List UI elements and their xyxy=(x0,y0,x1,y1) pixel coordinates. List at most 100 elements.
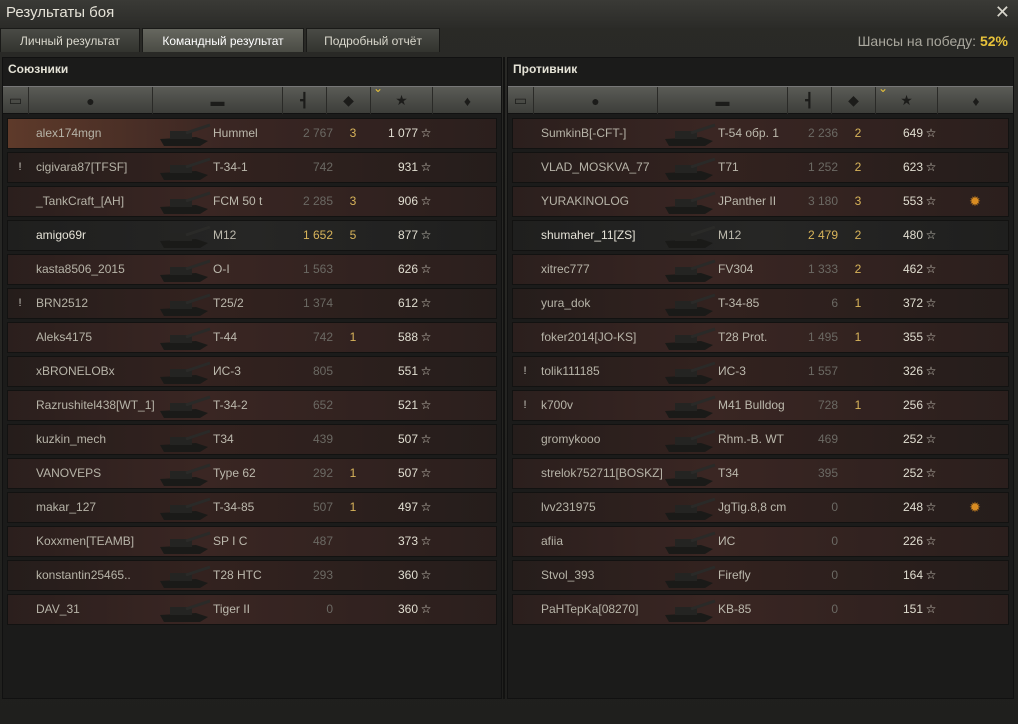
player-row[interactable]: Aleks4175 T-44 742 1 588 ☆ xyxy=(7,322,497,353)
medal-icon[interactable]: ✹ xyxy=(965,187,985,216)
close-icon[interactable]: ✕ xyxy=(995,2,1010,23)
player-row[interactable]: alex174mgn Hummel 2 767 3 1 077 ☆ xyxy=(7,118,497,149)
player-name: kasta8506_2015 xyxy=(36,262,125,276)
player-name: SumkinB[-CFT-] xyxy=(541,126,627,140)
damage-value: 395 xyxy=(817,466,838,480)
xp-value: 360 xyxy=(397,568,418,582)
xp-star-icon: ☆ xyxy=(420,262,432,276)
xp-star-icon: ☆ xyxy=(925,160,937,174)
player-name: PaHTepKa[08270] xyxy=(541,602,639,616)
player-name: BRN2512 xyxy=(36,296,89,310)
kills-value: 1 xyxy=(349,330,357,344)
medal-icon[interactable]: ✹ xyxy=(965,493,985,522)
tank-name: SP I C xyxy=(213,534,248,548)
player-name: VLAD_MOSKVA_77 xyxy=(541,160,650,174)
damage-value: 2 479 xyxy=(807,228,838,242)
player-row[interactable]: foker2014[JO-KS] T28 Prot. 1 495 1 355 ☆ xyxy=(512,322,1009,353)
tank-icon xyxy=(156,493,212,522)
column-header-tank-icon[interactable]: ▬ xyxy=(153,87,283,114)
kills-value xyxy=(338,595,368,624)
player-row[interactable]: makar_127 T-34-85 507 1 497 ☆ xyxy=(7,492,497,523)
damage-value: 728 xyxy=(817,398,838,412)
player-name: shumaher_11[ZS] xyxy=(541,228,636,242)
xp-star-icon: ☆ xyxy=(925,194,937,208)
player-row[interactable]: VANOVEPS Type 62 292 1 507 ☆ xyxy=(7,458,497,489)
player-row[interactable]: YURAKINOLOG JPanther II 3 180 3 553 ☆ ✹ xyxy=(512,186,1009,217)
player-row[interactable]: Stvol_393 Firefly 0 164 ☆ xyxy=(512,560,1009,591)
player-row[interactable]: amigo69r M12 1 652 5 877 ☆ xyxy=(7,220,497,251)
tank-icon xyxy=(661,595,717,624)
player-row[interactable]: VLAD_MOSKVA_77 T71 1 252 2 623 ☆ xyxy=(512,152,1009,183)
damage-value: 1 374 xyxy=(302,296,333,310)
xp-value: 326 xyxy=(902,364,923,378)
column-header-squad-icon[interactable]: ▭ xyxy=(3,87,29,114)
player-name: Stvol_393 xyxy=(541,568,595,582)
column-header-kills-icon[interactable]: ◆ xyxy=(327,87,371,114)
tank-name: Firefly xyxy=(718,568,751,582)
column-header-tank-icon[interactable]: ▬ xyxy=(658,87,788,114)
xp-star-icon: ☆ xyxy=(420,432,432,446)
player-row[interactable]: lvv231975 JgTig.8,8 cm 0 248 ☆ ✹ xyxy=(512,492,1009,523)
player-row[interactable]: ! k700v M41 Bulldog 728 1 256 ☆ xyxy=(512,390,1009,421)
tab-personal[interactable]: Личный результат xyxy=(0,28,140,52)
column-header-medal-icon[interactable]: ♦ xyxy=(938,87,1015,114)
column-header-squad-icon[interactable]: ▭ xyxy=(508,87,534,114)
player-row[interactable]: ! cigivara87[TFSF] T-34-1 742 931 ☆ xyxy=(7,152,497,183)
kills-value xyxy=(338,357,368,386)
player-row[interactable]: DAV_31 Tiger II 0 360 ☆ xyxy=(7,594,497,625)
player-row[interactable]: gromykooo Rhm.-B. WT 469 252 ☆ xyxy=(512,424,1009,455)
player-row[interactable]: ! tolik111185 ИС-3 1 557 326 ☆ xyxy=(512,356,1009,387)
xp-star-icon: ☆ xyxy=(925,262,937,276)
column-header-kills-icon[interactable]: ◆ xyxy=(832,87,876,114)
player-row[interactable]: _TankCraft_[AH] FCM 50 t 2 285 3 906 ☆ xyxy=(7,186,497,217)
kills-value xyxy=(338,153,368,182)
column-header-xp-star-icon[interactable]: ★ xyxy=(371,81,433,114)
tank-name: FV304 xyxy=(718,262,754,276)
player-name: Koxxmen[TEAMB] xyxy=(36,534,135,548)
player-row[interactable]: PaHTepKa[08270] KB-85 0 151 ☆ xyxy=(512,594,1009,625)
tank-name: ИС-3 xyxy=(718,364,746,378)
player-row[interactable]: Koxxmen[TEAMB] SP I C 487 373 ☆ xyxy=(7,526,497,557)
xp-value: 626 xyxy=(397,262,418,276)
player-name: k700v xyxy=(541,398,574,412)
kills-value: 1 xyxy=(854,398,862,412)
player-row[interactable]: shumaher_11[ZS] M12 2 479 2 480 ☆ xyxy=(512,220,1009,251)
damage-value: 1 557 xyxy=(807,364,838,378)
column-header-damage-icon[interactable]: ┫ xyxy=(788,87,832,114)
player-row[interactable]: afiia ИС 0 226 ☆ xyxy=(512,526,1009,557)
player-row[interactable]: xBRONELOBx ИС-3 805 551 ☆ xyxy=(7,356,497,387)
column-header-player-icon[interactable]: ● xyxy=(29,87,153,114)
tank-icon xyxy=(156,425,212,454)
xp-value: 551 xyxy=(397,364,418,378)
player-row[interactable]: xitrec777 FV304 1 333 2 462 ☆ xyxy=(512,254,1009,285)
player-row[interactable]: konstantin25465.. T28 HTC 293 360 ☆ xyxy=(7,560,497,591)
damage-value: 0 xyxy=(831,602,838,616)
tank-name: T-34-1 xyxy=(213,160,248,174)
tank-icon xyxy=(661,255,717,284)
shield-icon: ! xyxy=(18,161,22,173)
damage-value: 469 xyxy=(817,432,838,446)
damage-value: 507 xyxy=(312,500,333,514)
player-row[interactable]: yura_dok T-34-85 6 1 372 ☆ xyxy=(512,288,1009,319)
tank-name: Hummel xyxy=(213,126,258,140)
allies-header: ▭●▬┫◆★♦ xyxy=(3,81,503,114)
player-name: DAV_31 xyxy=(36,602,80,616)
tank-name: T28 Prot. xyxy=(718,330,768,344)
tank-name: M41 Bulldog xyxy=(718,398,785,412)
player-row[interactable]: Razrushitel438[WT_1] T-34-2 652 521 ☆ xyxy=(7,390,497,421)
column-header-player-icon[interactable]: ● xyxy=(534,87,658,114)
column-header-xp-star-icon[interactable]: ★ xyxy=(876,81,938,114)
column-header-medal-icon[interactable]: ♦ xyxy=(433,87,503,114)
tank-icon xyxy=(661,119,717,148)
player-row[interactable]: strelok752711[BOSKZ] T34 395 252 ☆ xyxy=(512,458,1009,489)
tab-team[interactable]: Командный результат xyxy=(142,28,304,52)
player-row[interactable]: ! BRN2512 T25/2 1 374 612 ☆ xyxy=(7,288,497,319)
xp-star-icon: ☆ xyxy=(925,466,937,480)
player-row[interactable]: kasta8506_2015 O-I 1 563 626 ☆ xyxy=(7,254,497,285)
tank-name: T34 xyxy=(718,466,739,480)
column-header-damage-icon[interactable]: ┫ xyxy=(283,87,327,114)
tab-detailed[interactable]: Подробный отчёт xyxy=(306,28,440,52)
kills-value xyxy=(338,425,368,454)
player-row[interactable]: kuzkin_mech T34 439 507 ☆ xyxy=(7,424,497,455)
player-row[interactable]: SumkinB[-CFT-] T-54 обр. 1 2 236 2 649 ☆ xyxy=(512,118,1009,149)
